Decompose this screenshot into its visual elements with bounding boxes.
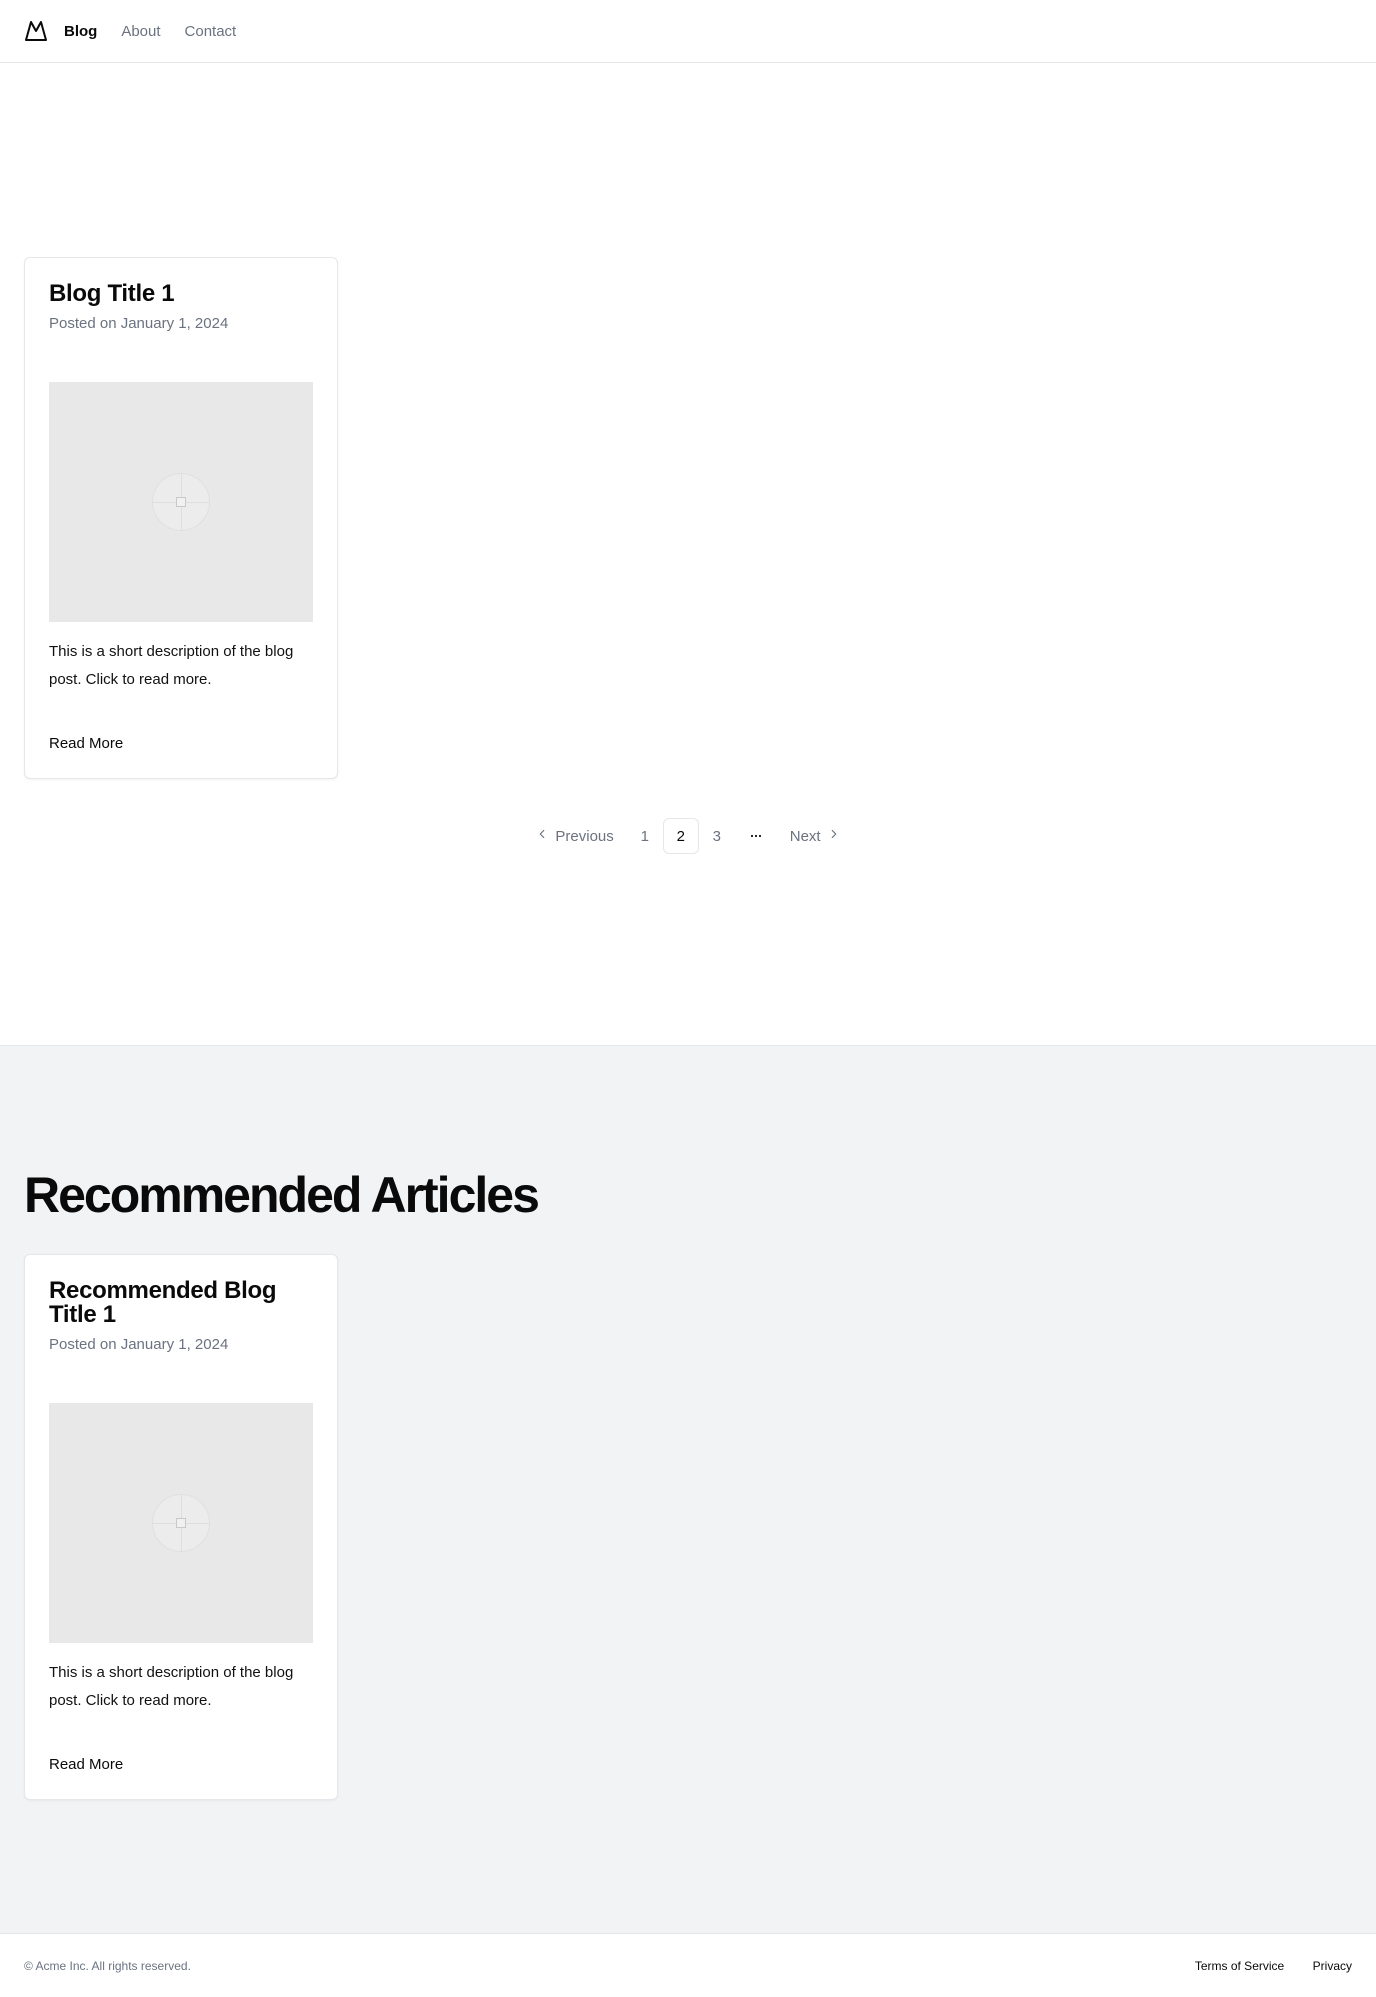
pagination-next-label: Next — [789, 827, 821, 845]
site-footer: © Acme Inc. All rights reserved. Terms o… — [0, 1933, 1376, 1997]
blog-card-title: Blog Title 1 — [49, 280, 175, 307]
pagination-next-button[interactable]: Next — [777, 818, 854, 854]
read-more-link[interactable]: Read More — [49, 734, 123, 754]
blog-card-image — [49, 382, 313, 622]
recommended-card-description: This is a short description of the blog … — [49, 1664, 294, 1709]
pagination-previous-button[interactable]: Previous — [522, 818, 626, 854]
mountain-logo-icon[interactable] — [24, 19, 48, 43]
chevron-right-icon — [827, 827, 841, 845]
pagination-page-2[interactable]: 2 — [662, 818, 699, 854]
pagination-previous-label: Previous — [555, 827, 614, 845]
chevron-left-icon — [535, 827, 549, 845]
recommended-card-image — [49, 1403, 313, 1643]
pagination-page-1[interactable]: 1 — [627, 818, 663, 854]
recommended-card-title: Recommended Blog Title 1 — [49, 1277, 277, 1328]
recommended-section: Recommended Articles Recommended Blog Ti… — [0, 1045, 1376, 1933]
terms-of-service-link[interactable]: Terms of Service — [1195, 1959, 1284, 1973]
blog-card-description: This is a short description of the blog … — [49, 643, 294, 688]
main-nav: Blog About Contact — [64, 23, 260, 40]
blog-list: Blog Title 1 Posted on January 1, 2024 T… — [0, 64, 1376, 1045]
recommended-card-date: Posted on January 1, 2024 — [49, 1336, 229, 1353]
blog-card-date: Posted on January 1, 2024 — [49, 315, 229, 332]
nav-about-link[interactable]: About — [121, 23, 160, 40]
nav-contact-link[interactable]: Contact — [185, 23, 237, 40]
more-horizontal-icon — [735, 818, 777, 854]
privacy-link[interactable]: Privacy — [1313, 1959, 1352, 1973]
recommended-card: Recommended Blog Title 1 Posted on Janua… — [24, 1254, 338, 1800]
pagination: Previous 1 2 3 Next — [0, 816, 1376, 856]
pagination-page-3[interactable]: 3 — [699, 818, 735, 854]
site-header: Blog About Contact — [0, 0, 1376, 63]
nav-blog-link[interactable]: Blog — [64, 23, 97, 40]
recommended-heading: Recommended Articles — [24, 1167, 540, 1223]
footer-links: Terms of Service Privacy — [1171, 1957, 1352, 1975]
blog-card: Blog Title 1 Posted on January 1, 2024 T… — [24, 257, 338, 779]
copyright-text: © Acme Inc. All rights reserved. — [24, 1958, 191, 1973]
read-more-link[interactable]: Read More — [49, 1755, 123, 1775]
